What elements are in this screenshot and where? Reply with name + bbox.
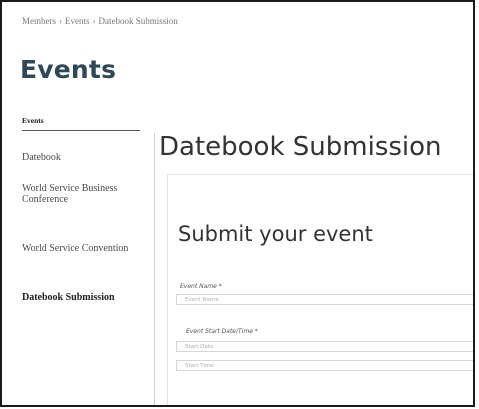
sidebar-item-world-service-business-conference[interactable]: World Service Business Conference (22, 183, 132, 205)
event-start-label: Event Start Date/Time * (186, 328, 258, 335)
sidebar-item-world-service-convention[interactable]: World Service Convention (22, 243, 132, 254)
event-name-label: Event Name * (180, 283, 222, 290)
breadcrumb-current: Datebook Submission (98, 16, 178, 26)
sidebar-heading[interactable]: Events (22, 116, 44, 125)
breadcrumb: Members › Events › Datebook Submission (22, 16, 178, 26)
page-title: Datebook Submission (159, 132, 442, 162)
sidebar-divider (22, 130, 140, 131)
breadcrumb-events[interactable]: Events (65, 16, 90, 26)
start-time-input[interactable] (176, 360, 473, 371)
submission-form-card: Submit your event Event Name * Event Sta… (167, 174, 473, 405)
start-date-input[interactable] (176, 341, 473, 352)
breadcrumb-members[interactable]: Members (22, 16, 56, 26)
section-title: Events (20, 55, 117, 84)
breadcrumb-separator: › (59, 16, 62, 26)
sidebar-vertical-divider (154, 133, 155, 405)
breadcrumb-separator: › (92, 16, 96, 26)
sidebar-item-datebook[interactable]: Datebook (22, 152, 61, 163)
sidebar-item-datebook-submission[interactable]: Datebook Submission (22, 292, 132, 303)
form-title: Submit your event (178, 222, 373, 246)
page-frame: Members › Events › Datebook Submission Event… (0, 0, 475, 407)
event-name-input[interactable] (176, 294, 473, 305)
